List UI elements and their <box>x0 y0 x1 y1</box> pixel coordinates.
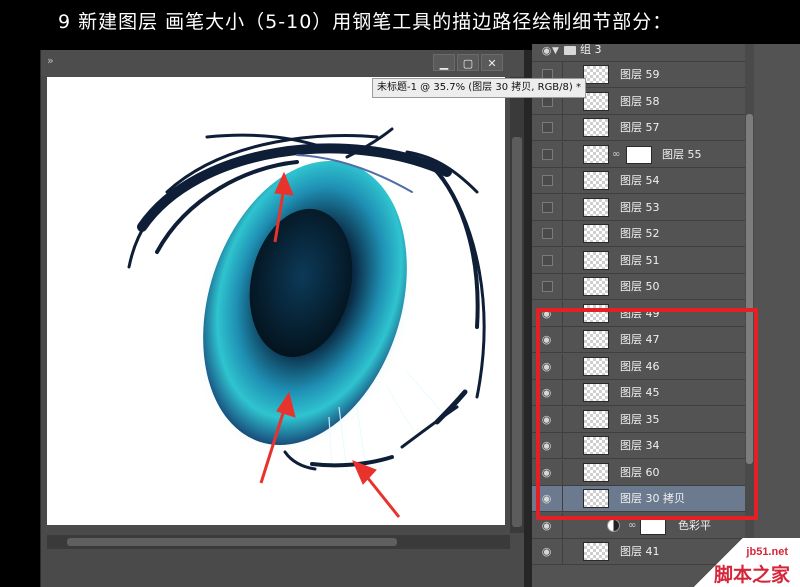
layer-name: 图层 58 <box>620 94 660 108</box>
visibility-toggle[interactable] <box>542 175 553 186</box>
document-tab-tooltip: 未标题-1 @ 35.7% (图层 30 拷贝, RGB/8) * <box>372 78 586 98</box>
close-button[interactable]: ✕ <box>481 54 503 71</box>
layer-thumbnail <box>583 171 609 190</box>
minimize-button[interactable]: ▁ <box>433 54 455 71</box>
layer-thumbnail <box>583 250 609 270</box>
column-separator <box>562 194 563 221</box>
layer-thumbnail <box>583 118 609 137</box>
layer-row[interactable]: 图层 51 <box>532 247 750 274</box>
eye-artwork <box>127 127 486 518</box>
visibility-toggle[interactable] <box>542 201 553 213</box>
column-separator <box>562 539 563 565</box>
layer-name: 图层 54 <box>620 174 660 187</box>
visibility-toggle[interactable] <box>542 122 553 133</box>
layer-thumbnail <box>583 277 609 296</box>
layer-row[interactable]: ∞ 图层 55 <box>532 141 750 168</box>
document-titlebar: » ▁ ▢ ✕ <box>41 50 531 76</box>
column-separator <box>562 141 563 168</box>
layer-row[interactable]: 图层 52 <box>532 221 750 247</box>
mask-thumbnail[interactable] <box>626 145 652 164</box>
eye-icon[interactable]: ◉ <box>540 519 553 532</box>
column-separator <box>562 115 563 141</box>
layer-thumbnail <box>583 542 609 561</box>
layer-thumbnail <box>583 197 609 217</box>
eye-icon[interactable]: ◉ <box>540 545 553 558</box>
adjustment-icon <box>607 518 620 532</box>
column-separator <box>562 274 563 300</box>
layer-thumbnail <box>583 91 609 111</box>
watermark-site: jb51.net <box>746 546 788 558</box>
canvas-horizontal-scrollbar[interactable] <box>47 535 510 549</box>
panel-divider <box>524 50 532 587</box>
tutorial-caption: 9 新建图层 画笔大小（5-10）用钢笔工具的描边路径绘制细节部分： <box>58 11 673 33</box>
watermark-name: 脚本之家 <box>713 564 790 586</box>
column-separator <box>562 221 563 247</box>
column-separator <box>562 247 563 274</box>
canvas-horizontal-scroll-thumb[interactable] <box>67 538 397 546</box>
layer-name: 图层 59 <box>620 68 660 81</box>
column-separator <box>562 168 563 194</box>
canvas-vertical-scroll-thumb[interactable] <box>512 137 522 527</box>
layer-group-row[interactable]: ◉ ▼ 组 3 <box>532 44 750 62</box>
restore-button[interactable]: ▢ <box>457 54 479 71</box>
chevron-down-icon[interactable]: ▼ <box>552 44 559 64</box>
layer-thumbnail <box>583 224 609 243</box>
layer-row[interactable]: 图层 54 <box>532 168 750 194</box>
layer-name: 图层 52 <box>620 227 660 240</box>
layer-name: 图层 50 <box>620 280 660 293</box>
layer-name: 图层 55 <box>662 147 702 161</box>
layer-row[interactable]: 图层 57 <box>532 115 750 141</box>
layer-thumbnail <box>583 144 609 164</box>
document-canvas[interactable] <box>47 77 505 525</box>
group-name: 组 3 <box>580 44 602 56</box>
visibility-toggle[interactable] <box>542 148 553 160</box>
canvas-vertical-scrollbar[interactable] <box>510 77 524 533</box>
watermark: jb51.net 脚本之家 <box>672 538 800 587</box>
layer-name: 图层 57 <box>620 121 660 134</box>
visibility-toggle[interactable] <box>542 228 553 239</box>
layer-row[interactable]: 图层 53 <box>532 194 750 221</box>
layer-name: 图层 41 <box>620 545 660 558</box>
layer-thumbnail <box>583 65 609 84</box>
visibility-toggle[interactable] <box>542 254 553 266</box>
double-arrow-icon[interactable]: » <box>47 54 54 67</box>
layer-name: 图层 51 <box>620 253 660 267</box>
highlight-box <box>536 308 758 520</box>
layer-name: 图层 53 <box>620 200 660 214</box>
layer-row[interactable]: 图层 50 <box>532 274 750 300</box>
folder-icon <box>564 46 576 55</box>
chain-icon[interactable]: ∞ <box>612 142 620 168</box>
visibility-toggle[interactable] <box>542 281 553 292</box>
